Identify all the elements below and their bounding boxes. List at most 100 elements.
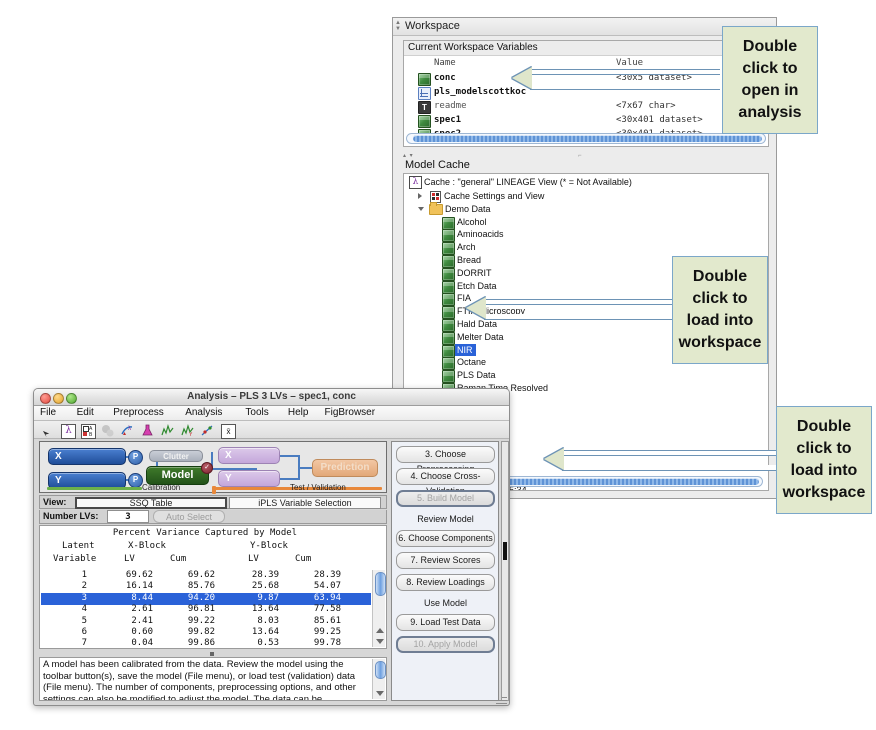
table-cell-lv: 6 <box>47 627 87 637</box>
xbar-icon[interactable]: x̄ <box>221 424 234 437</box>
scroll-thumb[interactable] <box>503 542 507 560</box>
variable-value: <30x401 dataset> <box>616 115 703 125</box>
cross-plot-icon[interactable] <box>201 424 214 437</box>
callout-2-arrowhead-icon <box>466 297 486 319</box>
variable-value: <7x67 char> <box>616 101 676 111</box>
step-button-1[interactable]: 3. Choose Preprocessing <box>396 446 495 463</box>
flask-icon[interactable] <box>141 424 154 437</box>
model-cache-title: Model Cache <box>405 159 470 171</box>
scroll-up-arrow-icon[interactable] <box>376 628 384 633</box>
pointer-icon[interactable] <box>42 426 51 435</box>
scroll-thumb[interactable] <box>375 661 386 679</box>
tree-row[interactable]: PLS Data <box>404 369 768 382</box>
table-cell-x-lv: 69.62 <box>91 570 153 580</box>
table-row[interactable]: 70.0499.860.5399.78 <box>41 638 371 649</box>
tab-ssq-table[interactable]: SSQ Table <box>75 497 227 509</box>
spectra-icon[interactable] <box>161 424 174 437</box>
scroll-down-arrow-icon[interactable] <box>376 691 384 696</box>
table-row[interactable]: 60.6099.8213.6499.25 <box>41 627 371 639</box>
flow-node-x-test[interactable]: X <box>218 447 280 464</box>
table-icon[interactable]: AB <box>81 424 94 437</box>
flow-node-prediction[interactable]: Prediction <box>312 459 378 477</box>
menu-tools[interactable]: Tools <box>245 407 268 418</box>
lambda-icon[interactable]: λ <box>61 424 74 437</box>
callout-load-into-workspace-1: Double click to load into workspace <box>672 256 768 364</box>
table-cell-lv: 2 <box>47 581 87 591</box>
load-data-icon[interactable]: λ <box>121 424 134 437</box>
step-button-9[interactable]: 9. Load Test Data <box>396 614 495 631</box>
scroll-down-arrow-icon[interactable] <box>376 639 384 644</box>
analysis-vscrollbar[interactable] <box>501 441 509 701</box>
table-row[interactable]: 52.4199.228.0385.61 <box>41 616 371 628</box>
step-button-6[interactable]: 7. Review Scores <box>396 552 495 569</box>
table-vscrollbar[interactable] <box>372 570 385 647</box>
chevron-right-icon[interactable] <box>418 193 422 199</box>
analysis-toolbar: λ AB λ Y x̄ <box>34 421 509 439</box>
workspace-variable-row[interactable]: T readme <7x67 char> <box>404 100 768 114</box>
status-vscrollbar[interactable] <box>372 659 385 699</box>
table-cell-lv: 4 <box>47 604 87 614</box>
dataset-cube-icon <box>442 357 453 368</box>
workspace-variable-row[interactable]: spec1 <30x401 dataset> <box>404 114 768 128</box>
flow-node-y-test[interactable]: Y <box>218 470 280 487</box>
column-header-value[interactable]: Value <box>616 58 643 68</box>
callout-3-arrow-stem-lower <box>562 465 778 471</box>
step-button-2[interactable]: 4. Choose Cross-Validation <box>396 468 495 485</box>
folder-icon <box>429 204 443 215</box>
table-cell-y-cum: 77.58 <box>279 604 341 614</box>
tree-row[interactable]: Arch <box>404 241 768 254</box>
column-header-name[interactable]: Name <box>434 58 456 68</box>
table-row[interactable]: 169.6269.6228.3928.39 <box>41 570 371 582</box>
tree-row-cache-root[interactable]: λ Cache : "general" LINEAGE View (* = No… <box>404 176 768 189</box>
table-cell-y-cum: 99.25 <box>279 627 341 637</box>
menu-preprocess[interactable]: Preprocess <box>113 407 164 418</box>
dataset-cube-icon <box>442 242 453 253</box>
calibration-group-bar <box>47 487 142 490</box>
callout-2-arrow-stem-upper <box>484 299 674 305</box>
splitter-arrows-icon[interactable]: ▴ ▾ <box>403 152 414 159</box>
table-cell-x-cum: 85.76 <box>153 581 215 591</box>
menu-analysis[interactable]: Analysis <box>185 407 222 418</box>
tree-row[interactable]: Aminoacids <box>404 228 768 241</box>
resize-grip-icon[interactable] <box>495 692 507 704</box>
table-cell-x-cum: 99.22 <box>153 616 215 626</box>
menu-figbrowser[interactable]: FigBrowser <box>325 407 376 418</box>
scores-icon[interactable]: Y <box>181 424 194 437</box>
flow-node-x-calibration[interactable]: X <box>48 448 126 465</box>
table-cell-y-lv: 13.64 <box>217 604 279 614</box>
dataset-cube-icon <box>442 319 453 330</box>
scroll-thumb[interactable] <box>375 572 386 596</box>
table-row[interactable]: 216.1485.7625.6854.07 <box>41 581 371 593</box>
dataset-cube-icon <box>442 332 453 343</box>
step-button-10[interactable]: 10. Apply Model <box>396 636 495 653</box>
table-row[interactable]: 42.6196.8113.6477.58 <box>41 604 371 616</box>
step-button-3[interactable]: 5. Build Model <box>396 490 495 507</box>
table-cell-lv: 1 <box>47 570 87 580</box>
auto-select-button[interactable]: Auto Select <box>153 510 225 523</box>
menu-file[interactable]: File <box>40 407 56 418</box>
tree-row[interactable]: Cache Settings and View <box>404 190 768 203</box>
preprocess-badge-x[interactable]: P <box>128 450 143 465</box>
tree-row[interactable]: Demo Data <box>404 203 768 216</box>
table-header-y-lv: LV <box>248 554 259 564</box>
dataset-cube-icon <box>442 229 453 240</box>
table-header-xblock: X-Block <box>128 541 166 551</box>
tree-row[interactable]: Alcohol <box>404 216 768 229</box>
chevron-down-icon[interactable] <box>418 207 424 211</box>
model-flow-diagram: X Y P P Clutter Model ✓ X Y Prediction C… <box>39 441 387 493</box>
workspace-variables-hscrollbar[interactable] <box>406 133 766 144</box>
table-header-yblock: Y-Block <box>250 541 288 551</box>
flow-node-clutter[interactable]: Clutter <box>149 450 203 462</box>
preprocess-badge-y[interactable]: P <box>128 473 143 488</box>
table-cell-y-lv: 25.68 <box>217 581 279 591</box>
step-button-7[interactable]: 8. Review Loadings <box>396 574 495 591</box>
tab-ipls-variable-selection[interactable]: iPLS Variable Selection <box>229 497 381 509</box>
gears-icon[interactable] <box>101 424 114 437</box>
step-button-5[interactable]: 6. Choose Components <box>396 530 495 547</box>
number-lvs-input[interactable]: 3 <box>107 510 149 523</box>
menu-help[interactable]: Help <box>288 407 309 418</box>
table-row[interactable]: 38.4494.209.8763.94 <box>41 593 371 605</box>
menu-edit[interactable]: Edit <box>77 407 94 418</box>
panel-collapse-arrows-icon[interactable]: ▲▼ <box>395 20 403 34</box>
analysis-window-title: Analysis – PLS 3 LVs – spec1, conc <box>34 391 509 402</box>
